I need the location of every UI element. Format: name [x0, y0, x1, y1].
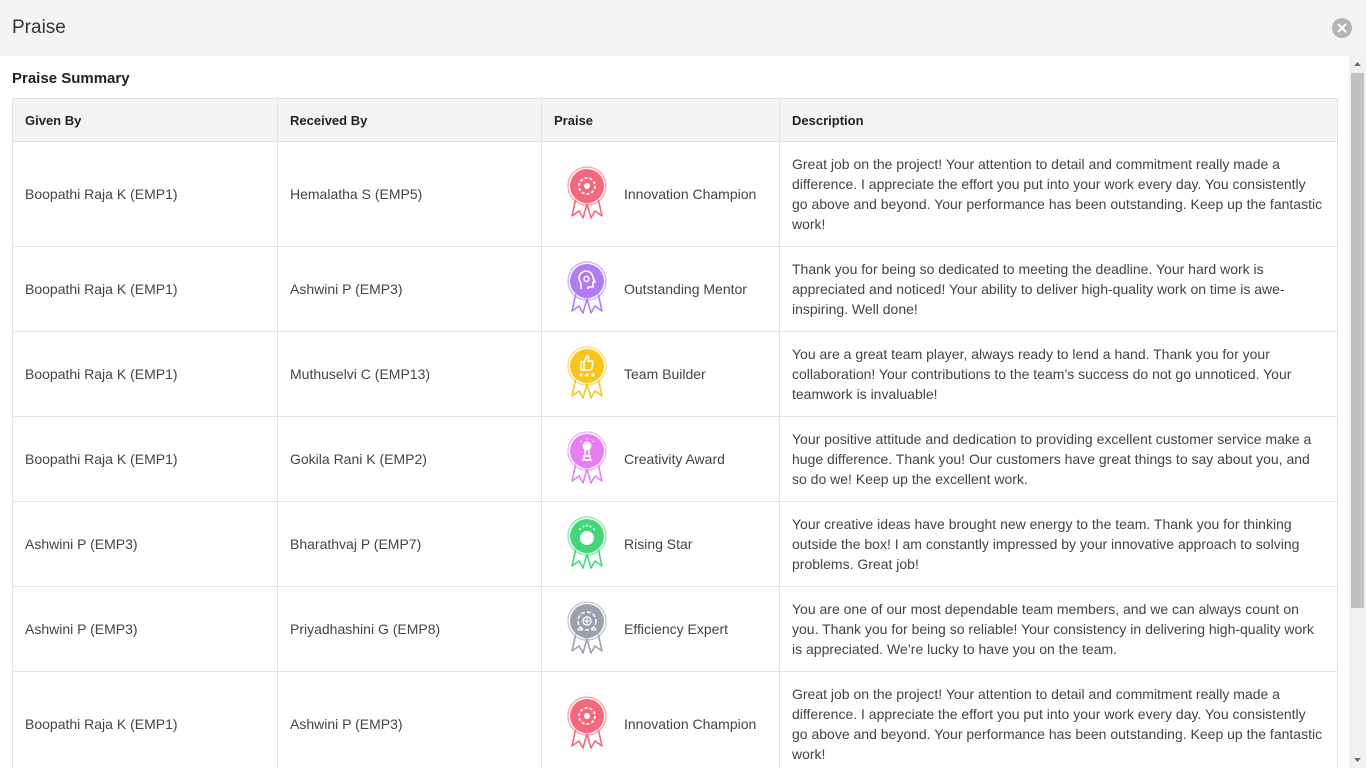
table-row[interactable]: Ashwini P (EMP3) Bharathvaj P (EMP7) Risin… — [12, 501, 1338, 587]
received-by-cell: Priyadhashini G (EMP8) — [277, 586, 542, 672]
praise-cell: Team Builder — [541, 331, 780, 417]
close-button[interactable] — [1332, 18, 1352, 38]
praise-cell: Innovation Champion — [541, 671, 780, 768]
praise-cell: Creativity Award — [541, 416, 780, 502]
praise-label: Efficiency Expert — [624, 621, 729, 637]
chevron-down-icon — [1354, 758, 1361, 762]
given-by-cell: Boopathi Raja K (EMP1) — [12, 141, 278, 247]
lightbulb-trophy-icon — [567, 431, 607, 484]
chevron-up-icon — [1354, 62, 1361, 66]
column-header-received-by[interactable]: Received By — [277, 98, 542, 142]
description-cell: Great job on the project! Your attention… — [779, 141, 1338, 247]
description-cell: Your creative ideas have brought new ene… — [779, 501, 1338, 587]
table-row[interactable]: Boopathi Raja K (EMP1) Ashwini P (EMP3) Ou… — [12, 246, 1338, 332]
vertical-scrollbar[interactable] — [1349, 56, 1366, 768]
rising-star-icon — [567, 516, 607, 569]
received-by-cell: Hemalatha S (EMP5) — [277, 141, 542, 247]
innovation-gear-icon — [567, 696, 607, 749]
thumbs-up-team-icon — [567, 346, 607, 399]
received-by-cell: Ashwini P (EMP3) — [277, 246, 542, 332]
praise-summary-table: Given By Received By Praise Description … — [12, 98, 1338, 768]
close-circle-icon — [1337, 23, 1347, 33]
given-by-cell: Boopathi Raja K (EMP1) — [12, 416, 278, 502]
praise-cell: Efficiency Expert — [541, 586, 780, 672]
received-by-cell: Muthuselvi C (EMP13) — [277, 331, 542, 417]
description-cell: You are one of our most dependable team … — [779, 586, 1338, 672]
praise-label: Innovation Champion — [624, 716, 757, 732]
description-cell: Your positive attitude and dedication to… — [779, 416, 1338, 502]
column-header-description[interactable]: Description — [779, 98, 1338, 142]
table-row[interactable]: Boopathi Raja K (EMP1) Ashwini P (EMP3) In… — [12, 671, 1338, 768]
table-row[interactable]: Boopathi Raja K (EMP1) Hemalatha S (EMP5)… — [12, 141, 1338, 247]
praise-label: Outstanding Mentor — [624, 281, 747, 297]
praise-label: Innovation Champion — [624, 186, 757, 202]
table-header-row: Given By Received By Praise Description — [12, 98, 1338, 142]
dialog-body: Praise Summary Given By Received By Prai… — [0, 56, 1349, 768]
scroll-up-button[interactable] — [1349, 56, 1366, 73]
mentor-head-icon — [567, 261, 607, 314]
scroll-thumb[interactable] — [1351, 73, 1364, 608]
description-cell: Thank you for being so dedicated to meet… — [779, 246, 1338, 332]
innovation-gear-icon — [567, 166, 607, 219]
praise-label: Rising Star — [624, 536, 693, 552]
scroll-down-button[interactable] — [1349, 751, 1366, 768]
given-by-cell: Ashwini P (EMP3) — [12, 586, 278, 672]
received-by-cell: Gokila Rani K (EMP2) — [277, 416, 542, 502]
praise-cell: Rising Star — [541, 501, 780, 587]
given-by-cell: Boopathi Raja K (EMP1) — [12, 671, 278, 768]
table-row[interactable]: Ashwini P (EMP3) Priyadhashini G (EMP8) Ef… — [12, 586, 1338, 672]
dialog-title: Praise — [12, 17, 66, 38]
received-by-cell: Ashwini P (EMP3) — [277, 671, 542, 768]
efficiency-gears-icon — [567, 601, 607, 654]
given-by-cell: Boopathi Raja K (EMP1) — [12, 246, 278, 332]
praise-cell: Innovation Champion — [541, 141, 780, 247]
column-header-given-by[interactable]: Given By — [12, 98, 278, 142]
received-by-cell: Bharathvaj P (EMP7) — [277, 501, 542, 587]
dialog-header: Praise — [0, 0, 1366, 56]
praise-cell: Outstanding Mentor — [541, 246, 780, 332]
given-by-cell: Ashwini P (EMP3) — [12, 501, 278, 587]
table-row[interactable]: Boopathi Raja K (EMP1) Muthuselvi C (EMP1… — [12, 331, 1338, 417]
praise-label: Creativity Award — [624, 451, 725, 467]
praise-label: Team Builder — [624, 366, 706, 382]
description-cell: You are a great team player, always read… — [779, 331, 1338, 417]
section-title: Praise Summary — [12, 70, 130, 87]
given-by-cell: Boopathi Raja K (EMP1) — [12, 331, 278, 417]
description-cell: Great job on the project! Your attention… — [779, 671, 1338, 768]
table-row[interactable]: Boopathi Raja K (EMP1) Gokila Rani K (EMP… — [12, 416, 1338, 502]
column-header-praise[interactable]: Praise — [541, 98, 780, 142]
